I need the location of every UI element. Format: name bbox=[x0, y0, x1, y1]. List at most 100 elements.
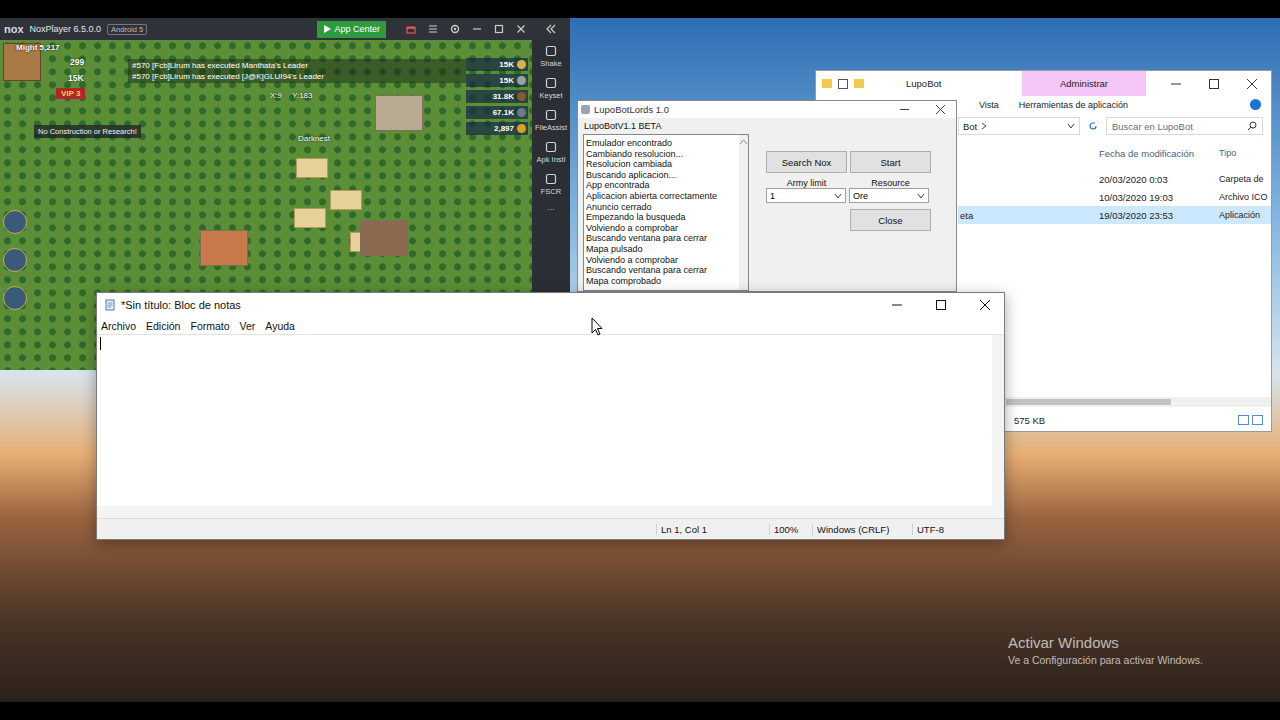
building[interactable] bbox=[296, 158, 328, 178]
quest-icon[interactable] bbox=[3, 248, 27, 272]
status-cell: 100% bbox=[769, 524, 812, 535]
address-bar[interactable]: Bot bbox=[958, 117, 1080, 135]
minimize-icon[interactable] bbox=[466, 24, 488, 34]
controls: Search Nox Start Army limit Resource 1 O… bbox=[766, 134, 931, 291]
maximize-icon[interactable] bbox=[921, 300, 960, 310]
gems-count: 299 bbox=[70, 57, 84, 67]
menu-item[interactable]: Formato bbox=[190, 320, 229, 332]
building[interactable] bbox=[294, 208, 326, 228]
tiles-view-icon[interactable] bbox=[1252, 415, 1263, 425]
toolbar-button[interactable]: Keyset bbox=[540, 77, 563, 100]
ribbon-tab[interactable]: Herramientas de aplicación bbox=[1019, 100, 1128, 110]
army-limit-select[interactable]: 1 bbox=[766, 188, 846, 203]
letterbox-top bbox=[0, 0, 1280, 18]
play-icon bbox=[323, 25, 331, 33]
folder-icon[interactable] bbox=[822, 79, 832, 88]
resource-item: 67.1K bbox=[466, 106, 528, 119]
dropdown-icon bbox=[917, 193, 925, 199]
resource-icon bbox=[517, 108, 526, 117]
notepad-icon bbox=[104, 299, 116, 311]
log-line: Mapa comprobado bbox=[586, 276, 737, 287]
maximize-icon[interactable] bbox=[1195, 79, 1233, 89]
column-header[interactable]: Tipo bbox=[1219, 148, 1271, 158]
menu-item[interactable]: Ayuda bbox=[265, 320, 295, 332]
collapse-sidebar-icon[interactable] bbox=[532, 24, 570, 34]
log-line: Anuncio cerrado bbox=[586, 202, 737, 213]
might-label: Might 5,217 bbox=[16, 43, 60, 52]
vertical-scrollbar[interactable] bbox=[739, 135, 748, 290]
status-cell: Ln 1, Col 1 bbox=[656, 524, 769, 535]
battle-icon[interactable] bbox=[3, 286, 27, 310]
title-bar: LupoBot Administrar bbox=[816, 71, 1271, 96]
castle[interactable] bbox=[200, 230, 248, 266]
minimize-icon[interactable] bbox=[1157, 79, 1195, 89]
chat-line: #570 [Fcb]Lirum has executed [J@K]GLUI94… bbox=[132, 71, 462, 82]
gift-icon[interactable] bbox=[400, 24, 422, 34]
minimize-icon[interactable] bbox=[877, 300, 916, 310]
log-line: Mapa pulsado bbox=[586, 244, 737, 255]
resource-icon bbox=[517, 92, 526, 101]
quick-access bbox=[816, 79, 902, 89]
column-header[interactable]: Fecha de modificación bbox=[1099, 148, 1219, 159]
settings-icon[interactable] bbox=[444, 24, 466, 34]
title-bar: nox NoxPlayer 6.5.0.0 Android 5 App Cent… bbox=[0, 18, 570, 40]
new-folder-icon[interactable] bbox=[854, 79, 864, 88]
horizontal-scrollbar[interactable] bbox=[97, 506, 1004, 518]
resource-item: 15K bbox=[466, 58, 528, 71]
toolbar-button[interactable]: FileAssist bbox=[535, 109, 567, 132]
army-limit-label: Army limit bbox=[766, 178, 847, 188]
resource-select[interactable]: Ore bbox=[849, 188, 929, 203]
dropdown-icon[interactable] bbox=[1067, 122, 1075, 130]
castle[interactable] bbox=[360, 220, 408, 256]
close-icon[interactable] bbox=[510, 24, 532, 34]
details-view-icon[interactable] bbox=[1238, 415, 1249, 425]
help-icon[interactable] bbox=[1250, 99, 1271, 112]
text-area[interactable] bbox=[97, 335, 992, 506]
building[interactable] bbox=[330, 190, 362, 210]
menu-icon[interactable] bbox=[422, 24, 444, 34]
close-button[interactable]: Close bbox=[850, 209, 931, 231]
scroll-up-icon[interactable] bbox=[740, 139, 747, 144]
file-row[interactable]: 20/03/2020 0:03 Carpeta de bbox=[958, 170, 1271, 188]
text-area-frame bbox=[97, 334, 1004, 518]
construction-notice[interactable]: No Construction or Research! bbox=[34, 125, 141, 138]
file-row[interactable]: eta 19/03/2020 23:53 Aplicación bbox=[958, 206, 1271, 224]
start-button[interactable]: Start bbox=[850, 151, 931, 173]
log-line: Buscando aplicacion... bbox=[586, 170, 737, 181]
vertical-scrollbar[interactable] bbox=[992, 335, 1004, 506]
toolbar-button[interactable]: Apk Instl bbox=[537, 141, 566, 164]
log-line: Buscando ventana para cerrar bbox=[586, 233, 737, 244]
close-icon[interactable] bbox=[1233, 79, 1271, 89]
ribbon-tab[interactable]: Vista bbox=[979, 100, 999, 110]
properties-icon[interactable] bbox=[838, 79, 848, 89]
vip-badge[interactable]: VIP 3 bbox=[56, 88, 85, 99]
file-row[interactable]: 10/03/2020 19:03 Archivo ICO bbox=[958, 188, 1271, 206]
minimize-icon[interactable] bbox=[888, 105, 920, 114]
window-title: NoxPlayer 6.5.0.0 bbox=[30, 24, 108, 34]
context-tab[interactable]: Administrar bbox=[1022, 71, 1146, 96]
world-icon[interactable] bbox=[3, 210, 27, 234]
close-icon[interactable] bbox=[924, 105, 956, 114]
search-icon bbox=[1247, 121, 1257, 131]
log-list[interactable]: Emulador encontradoCambiando resolucion.… bbox=[583, 134, 749, 291]
toolbar-button[interactable]: FSCR bbox=[541, 173, 561, 196]
menu-item[interactable]: Archivo bbox=[101, 320, 136, 332]
close-icon[interactable] bbox=[965, 300, 1004, 310]
chat-panel[interactable]: #570 [Fcb]Lirum has executed Manthata's … bbox=[128, 59, 466, 83]
resource-item: 2,897 bbox=[466, 122, 528, 135]
search-nox-button[interactable]: Search Nox bbox=[766, 151, 847, 173]
menu-item[interactable]: Ver bbox=[240, 320, 256, 332]
maximize-icon[interactable] bbox=[488, 24, 510, 34]
toolbar-button[interactable]: Shake bbox=[540, 45, 561, 68]
log-line: Empezando la busqueda bbox=[586, 212, 737, 223]
menu-item[interactable]: Edición bbox=[146, 320, 180, 332]
castle[interactable] bbox=[375, 95, 423, 131]
window-title: LupoBot bbox=[902, 78, 1022, 89]
toolbar-button[interactable]: ··· bbox=[547, 205, 555, 214]
coord-x: X:9 bbox=[270, 91, 282, 100]
search-field[interactable]: Buscar en LupoBot bbox=[1106, 117, 1263, 135]
app-center-button[interactable]: App Center bbox=[317, 21, 386, 38]
log-line: Cambiando resolucion... bbox=[586, 149, 737, 160]
log-line: Aplicacion abierta correctamente bbox=[586, 191, 737, 202]
refresh-icon[interactable] bbox=[1086, 121, 1100, 131]
